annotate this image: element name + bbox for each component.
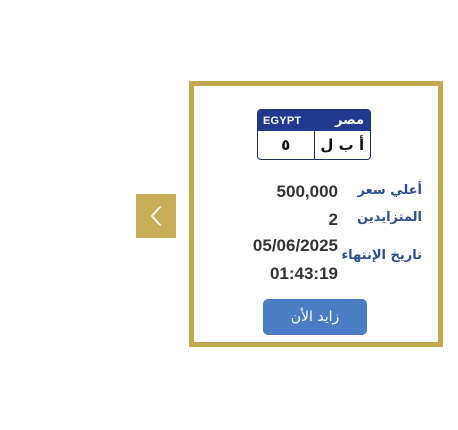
- expiry-time: 01:43:19: [269, 264, 338, 283]
- bid-now-button[interactable]: زايد الأن: [263, 299, 367, 335]
- plate-country-english: EGYPT: [263, 114, 302, 127]
- auction-card: EGYPT مصر ٥ أ ب ل أعلي سعر 500,000 المتز…: [189, 81, 443, 347]
- previous-button[interactable]: [136, 194, 176, 238]
- plate-header: EGYPT مصر: [258, 110, 370, 131]
- bidders-label: المتزايدين: [357, 210, 422, 225]
- plate-country-arabic: مصر: [335, 113, 364, 128]
- highest-price-value: 500,000: [276, 182, 338, 201]
- expiry-label: تاريخ الإنتهاء: [341, 248, 422, 263]
- plate-letters: أ ب ل: [320, 136, 365, 154]
- plate-body: ٥ أ ب ل: [258, 131, 370, 159]
- expiry-date: 05/06/2025: [252, 236, 338, 255]
- license-plate: EGYPT مصر ٥ أ ب ل: [257, 109, 371, 160]
- highest-price-label: أعلي سعر: [357, 183, 422, 198]
- bidders-count: 2: [328, 210, 338, 229]
- chevron-left-icon: [149, 205, 163, 227]
- plate-numbers: ٥: [258, 131, 315, 159]
